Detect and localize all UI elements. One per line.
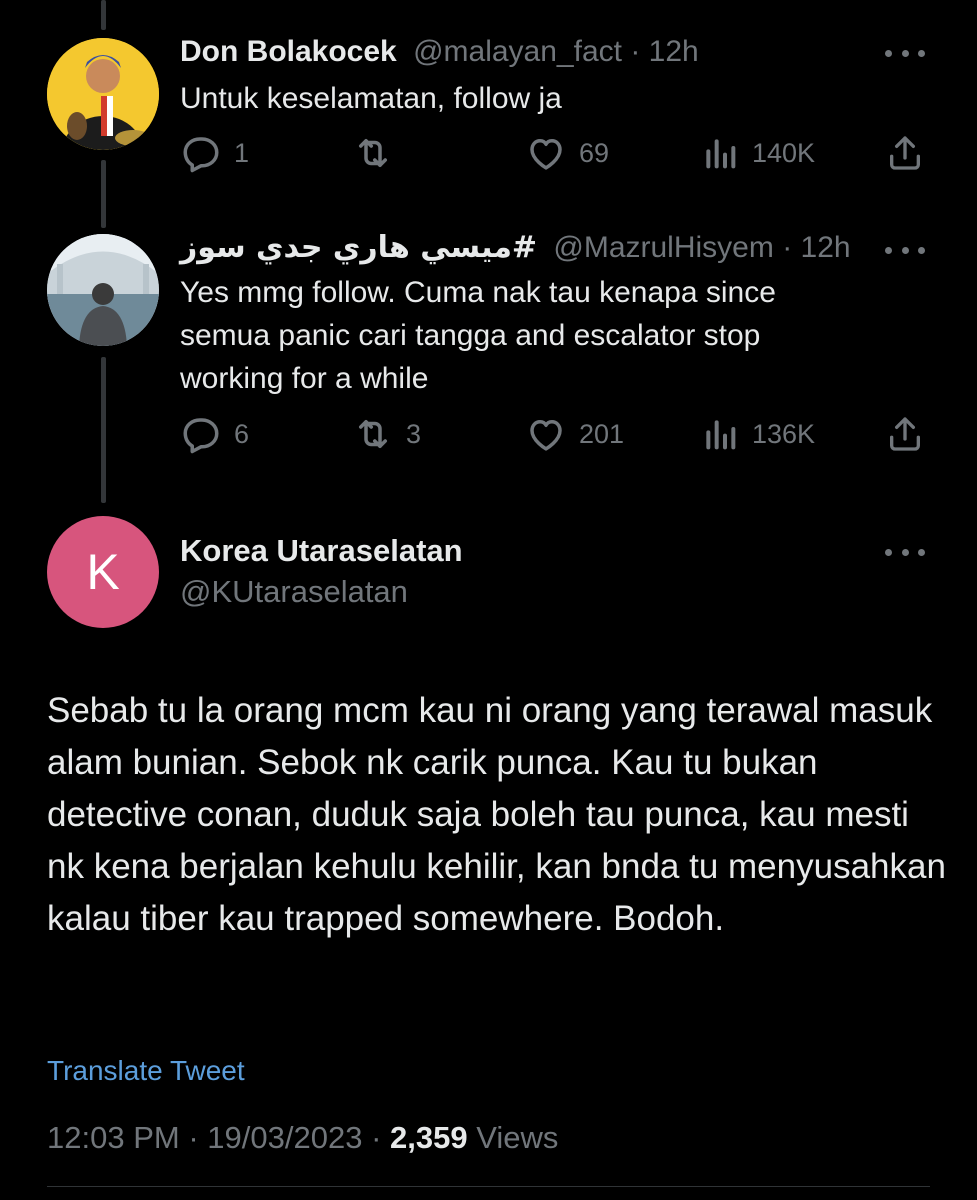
views-count[interactable]: 2,359 xyxy=(390,1120,468,1155)
handle[interactable]: @KUtaraselatan xyxy=(180,574,408,610)
avatar-image xyxy=(47,234,159,346)
retweet-count: 3 xyxy=(406,418,422,449)
more-icon-dot xyxy=(918,548,925,556)
separator: · xyxy=(782,231,793,264)
separator: · xyxy=(188,1120,199,1155)
tweet-time[interactable]: 12:03 PM xyxy=(47,1120,180,1155)
more-icon xyxy=(885,246,892,254)
tweet-actions: 6 3 201 136K xyxy=(180,412,925,456)
more-icon-dot xyxy=(901,548,909,556)
more-icon xyxy=(885,548,892,556)
like-count: 201 xyxy=(579,418,625,449)
avatar[interactable]: K xyxy=(47,516,159,628)
tweet-metadata: 12:03 PM · 19/03/2023 · 2,359 Views xyxy=(47,1120,558,1156)
retweet-icon xyxy=(359,420,387,448)
display-name[interactable]: Korea Utaraselatan xyxy=(180,533,463,569)
share-icon xyxy=(890,417,920,451)
reply-icon xyxy=(183,418,219,454)
like-button[interactable]: 201 xyxy=(525,412,624,456)
retweet-button[interactable]: 3 xyxy=(352,412,421,456)
more-options-button[interactable] xyxy=(885,240,925,260)
handle[interactable]: @MazrulHisyem xyxy=(553,231,773,264)
like-icon xyxy=(530,420,562,451)
main-tweet-text: Sebab tu la orang mcm kau ni orang yang … xyxy=(47,691,946,938)
tweet-text: Yes mmg follow. Cuma nak tau kenapa sinc… xyxy=(180,276,776,395)
more-options-button[interactable] xyxy=(885,542,925,562)
divider xyxy=(47,1186,930,1187)
reply-button[interactable]: 6 xyxy=(180,412,249,456)
views-button[interactable]: 136K xyxy=(700,412,815,456)
more-icon-dot xyxy=(918,246,925,254)
avatar[interactable] xyxy=(47,234,159,346)
views-label: Views xyxy=(476,1120,559,1155)
timestamp[interactable]: 12h xyxy=(801,231,851,264)
avatar-letter: K xyxy=(86,544,120,600)
reply-count: 6 xyxy=(234,418,250,449)
tweet-date[interactable]: 19/03/2023 xyxy=(207,1120,362,1155)
views-icon xyxy=(706,420,736,450)
more-icon-dot xyxy=(901,246,909,254)
display-name[interactable]: #ميسي هاري جدي سوز xyxy=(180,230,537,265)
translate-tweet-link[interactable]: Translate Tweet xyxy=(47,1055,245,1087)
reply-tweet-2[interactable]: #ميسي هاري جدي سوز @MazrulHisyem · 12h Y… xyxy=(0,0,977,500)
share-button[interactable] xyxy=(885,412,925,456)
tweet-header: #ميسي هاري جدي سوز @MazrulHisyem · 12h xyxy=(180,231,877,265)
separator: · xyxy=(371,1120,382,1155)
view-count: 136K xyxy=(752,418,816,449)
